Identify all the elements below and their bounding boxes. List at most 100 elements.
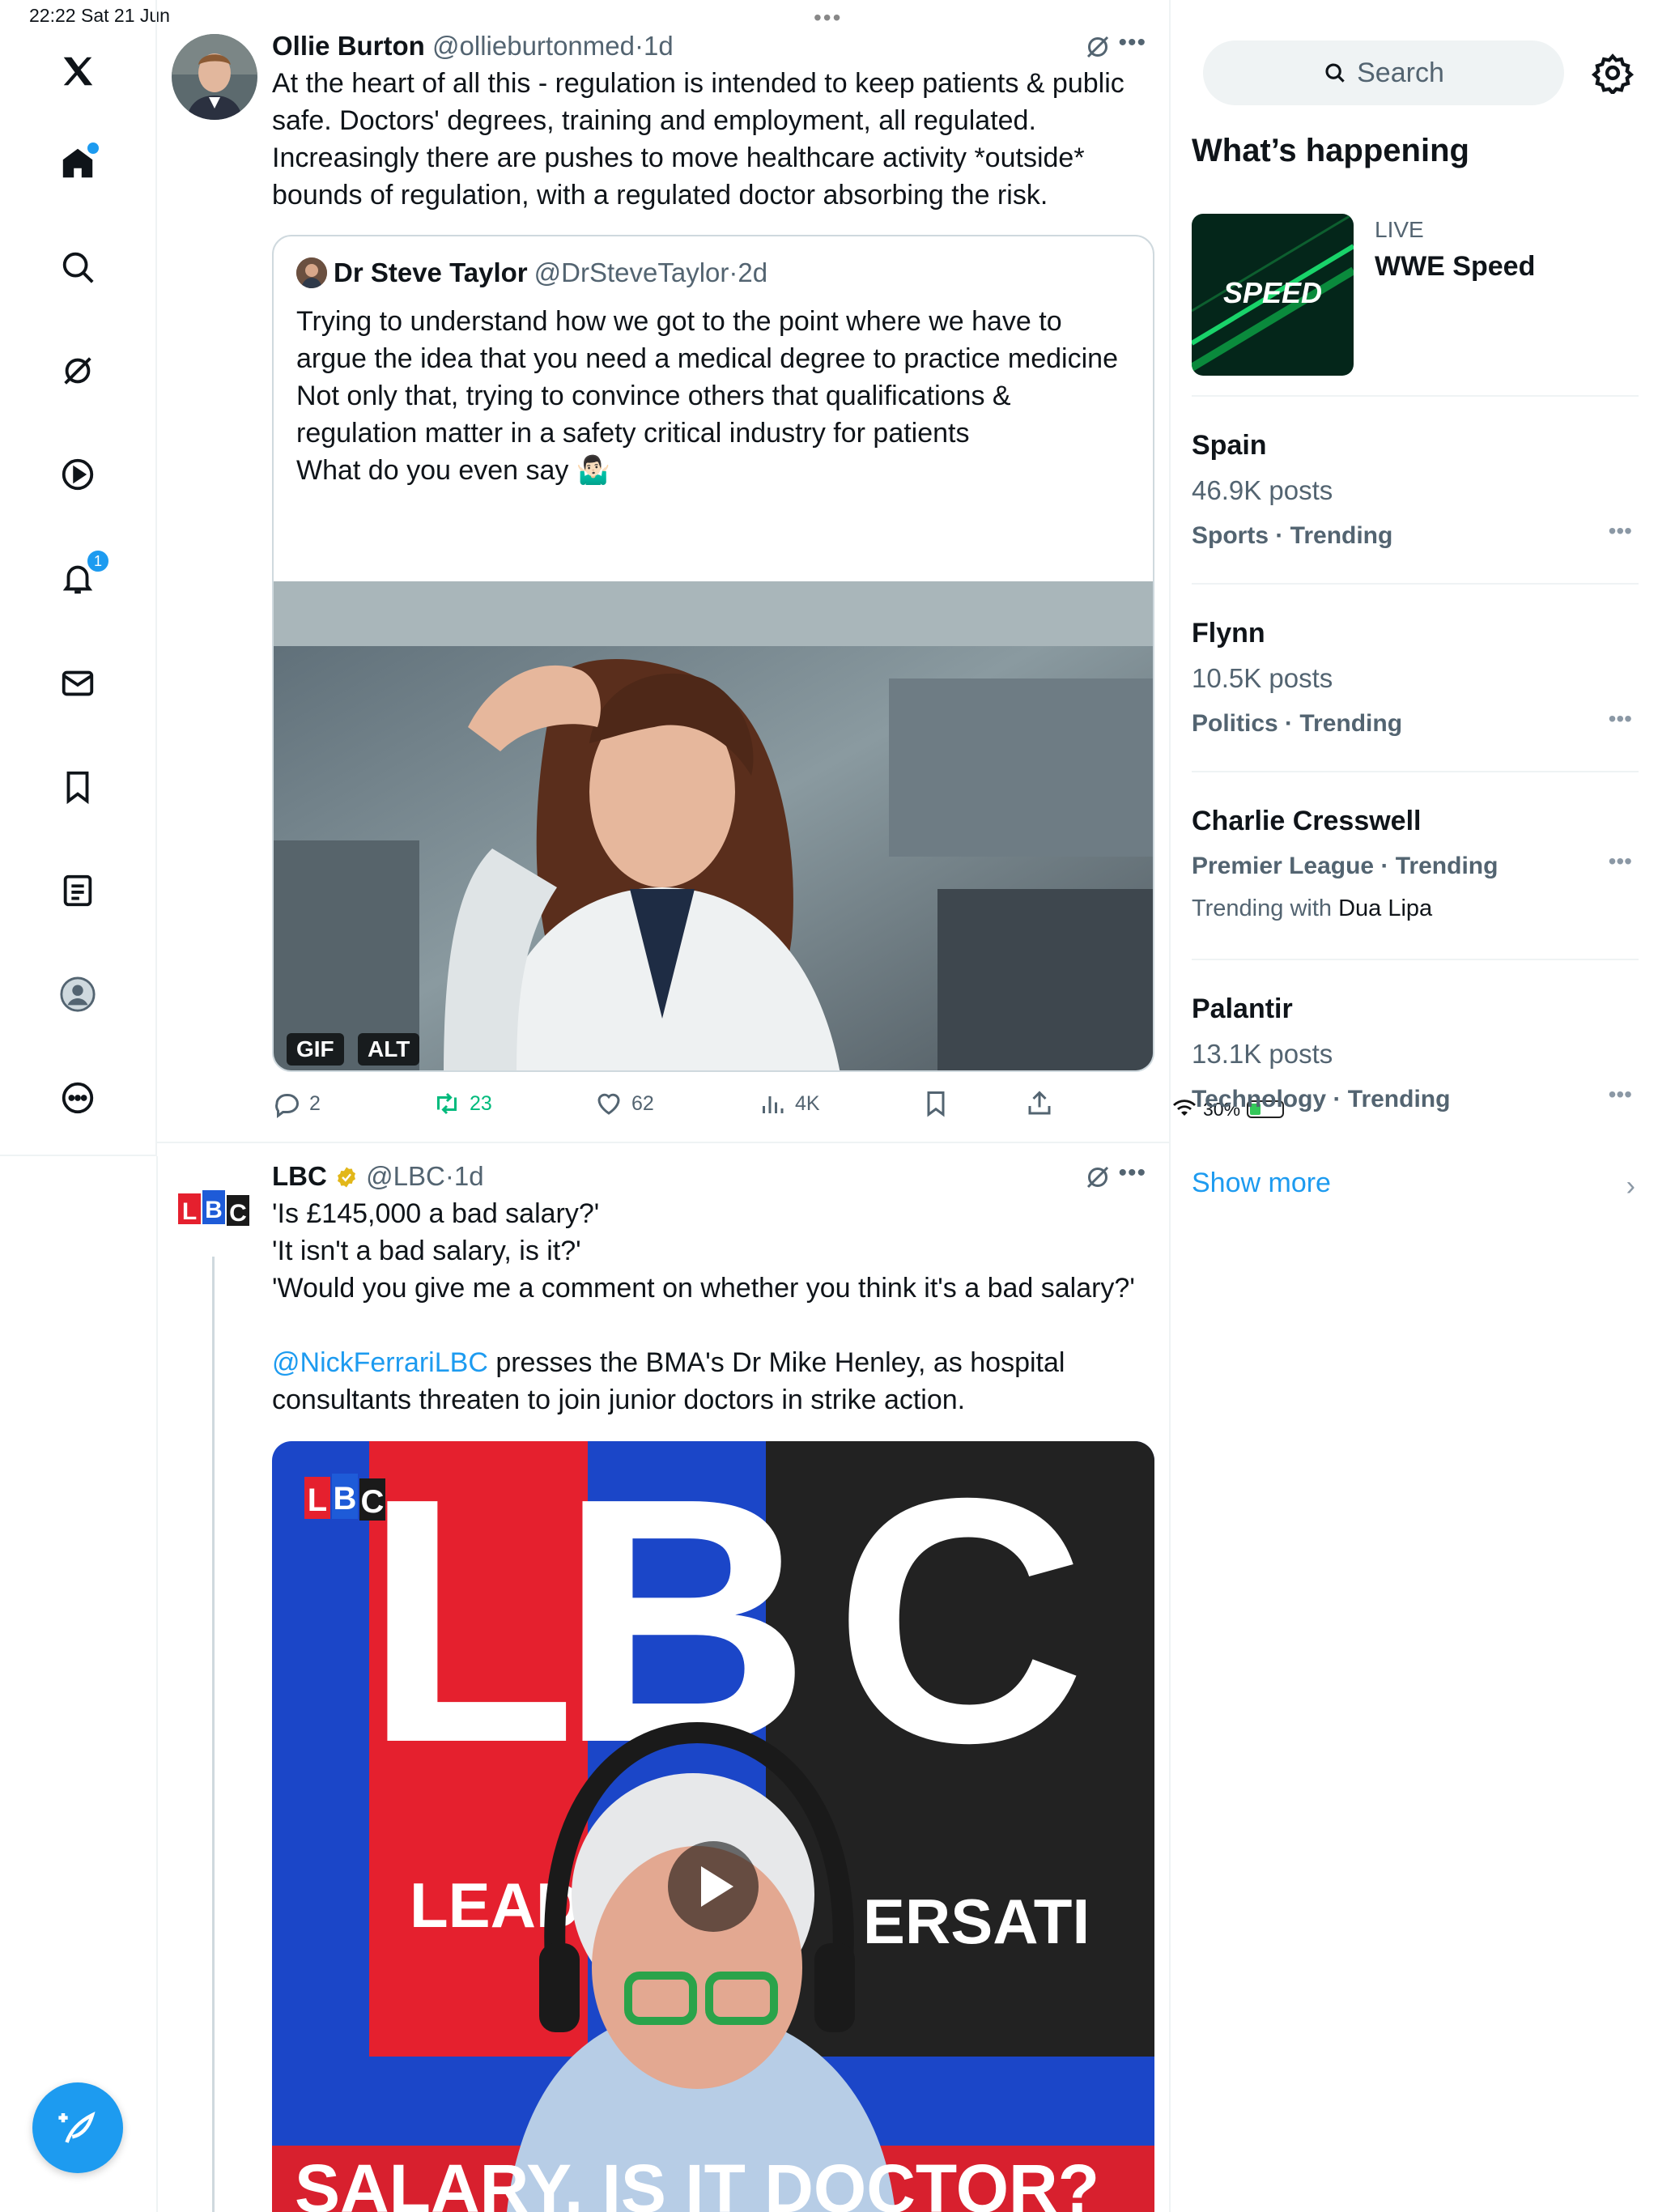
like-button[interactable]: 62 xyxy=(594,1089,654,1118)
video-caption: SALARY, IS IT DOCTOR? xyxy=(295,2150,1099,2212)
reply-button[interactable]: 2 xyxy=(272,1089,321,1118)
trend-name: Spain xyxy=(1192,430,1267,461)
trend-name: Palantir xyxy=(1192,993,1293,1024)
views-icon xyxy=(763,1096,784,1113)
trend-with: Trending with Dua Lipa xyxy=(1192,892,1639,925)
gif-tag: GIF xyxy=(287,1033,344,1066)
tweet-actions: 2 23 62 4K xyxy=(272,1083,1082,1124)
notification-badge: 1 xyxy=(86,549,110,573)
svg-text:C: C xyxy=(229,1200,247,1227)
grok-icon[interactable] xyxy=(52,345,104,397)
tweet-header: Ollie Burton @ollieburtonmed·1d xyxy=(272,29,1154,63)
trend-category: Technology · Trending xyxy=(1192,1086,1451,1112)
reply-count: 2 xyxy=(309,1091,321,1115)
repost-button[interactable]: 23 xyxy=(432,1089,492,1118)
x-logo-icon[interactable] xyxy=(52,45,104,97)
mail-icon[interactable] xyxy=(52,657,104,709)
author-name[interactable]: LBC xyxy=(272,1161,327,1191)
chevron-right-icon[interactable]: › xyxy=(1626,1171,1635,1202)
bookmark-icon[interactable] xyxy=(52,761,104,813)
reply-icon xyxy=(275,1094,299,1118)
svg-text:C: C xyxy=(835,1441,1086,1815)
more-circle-icon[interactable] xyxy=(52,1072,104,1124)
trend-item[interactable]: Flynn 10.5K posts Politics · Trending ••… xyxy=(1192,615,1639,742)
trend-with-name: Dua Lipa xyxy=(1338,895,1433,921)
separator: · xyxy=(444,1161,454,1191)
more-icon[interactable]: ••• xyxy=(1609,518,1632,544)
tweet-line: 'Would you give me a comment on whether … xyxy=(272,1273,1135,1304)
sidebar: 1 xyxy=(0,0,157,1156)
author-handle[interactable]: @ollieburtonmed xyxy=(432,31,635,61)
compose-button[interactable] xyxy=(32,2082,123,2173)
more-icon[interactable]: ••• xyxy=(1609,1082,1632,1108)
view-count: 4K xyxy=(795,1091,820,1115)
avatar[interactable] xyxy=(172,34,257,120)
repost-count: 23 xyxy=(470,1091,492,1115)
more-icon[interactable]: ••• xyxy=(1118,1159,1146,1187)
home-icon[interactable] xyxy=(52,138,104,189)
svg-text:B: B xyxy=(205,1197,223,1223)
search-icon[interactable] xyxy=(52,241,104,293)
video-media[interactable]: L B C L B C LEAD ERSATI SALARY, IS IT DO… xyxy=(272,1441,1154,2212)
mention-link[interactable]: @NickFerrariLBC xyxy=(272,1347,488,1378)
verified-gold-icon xyxy=(338,1167,355,1188)
more-icon[interactable]: ••• xyxy=(1609,706,1632,732)
tweet[interactable]: L B C LBC @LBC·1d ••• 'Is £145,000 a bad… xyxy=(157,1159,1171,2212)
alt-button[interactable]: ALT xyxy=(358,1033,420,1066)
trend-item[interactable]: Spain 46.9K posts Sports · Trending ••• xyxy=(1192,428,1639,554)
trend-category: Politics · Trending xyxy=(1192,710,1403,737)
timeline: Ollie Burton @ollieburtonmed·1d ••• At t… xyxy=(157,0,1171,2212)
tweet[interactable]: Ollie Burton @ollieburtonmed·1d ••• At t… xyxy=(157,29,1171,1143)
grok-icon[interactable] xyxy=(1083,1163,1112,1192)
quote-text: Trying to understand how we got to the p… xyxy=(296,303,1138,489)
logo-letter: B xyxy=(334,1481,357,1516)
author-handle[interactable]: @LBC xyxy=(366,1161,445,1191)
bell-icon[interactable]: 1 xyxy=(52,549,110,604)
svg-text:L: L xyxy=(182,1198,197,1225)
search-input[interactable]: Search xyxy=(1203,40,1564,105)
tweet-time[interactable]: 1d xyxy=(644,31,674,61)
author-name[interactable]: Ollie Burton xyxy=(272,31,425,61)
list-icon[interactable] xyxy=(52,865,104,917)
quote-avatar xyxy=(296,257,327,288)
home-unread-dot xyxy=(87,143,99,154)
quote-line: What do you even say 🤷🏻‍♂️ xyxy=(296,455,611,486)
quoted-tweet[interactable]: Dr Steve Taylor @DrSteveTaylor · 2d Trying… xyxy=(272,235,1154,1072)
trend-category: Premier League · Trending xyxy=(1192,853,1499,879)
tweet-divider xyxy=(157,1142,1171,1143)
trend-name: Charlie Cresswell xyxy=(1192,806,1422,836)
trend-item[interactable]: Palantir 13.1K posts Technology · Trendi… xyxy=(1192,991,1639,1117)
separator: · xyxy=(634,31,644,61)
trend-name: Flynn xyxy=(1192,618,1265,649)
views-button[interactable]: 4K xyxy=(758,1089,820,1118)
trend-posts: 46.9K posts xyxy=(1192,475,1333,505)
tweet-line: @NickFerrariLBC presses the BMA's Dr Mik… xyxy=(272,1344,1154,1419)
quote-author-name: Dr Steve Taylor xyxy=(334,257,528,287)
profile-icon[interactable] xyxy=(52,968,104,1020)
tweet-time[interactable]: 1d xyxy=(454,1161,484,1191)
like-count: 62 xyxy=(631,1091,654,1115)
logo-letter: L xyxy=(308,1482,327,1518)
quote-line: Trying to understand how we got to the p… xyxy=(296,306,1118,374)
show-more-link[interactable]: Show more xyxy=(1192,1168,1331,1199)
tweet-content: LBC @LBC·1d ••• 'Is £145,000 a bad salar… xyxy=(272,1159,1154,1419)
trend-item[interactable]: Charlie Cresswell Premier League · Trend… xyxy=(1192,803,1639,925)
gif-media[interactable]: GIF ALT xyxy=(274,581,1153,1070)
share-button[interactable] xyxy=(1025,1089,1054,1118)
grok-icon[interactable] xyxy=(1083,32,1112,62)
live-event-card[interactable]: SPEED LIVE WWE Speed xyxy=(1192,214,1639,376)
tweet-header: LBC @LBC·1d xyxy=(272,1159,1154,1193)
bookmark-icon xyxy=(927,1091,945,1117)
more-icon[interactable]: ••• xyxy=(1118,29,1146,57)
gear-icon[interactable] xyxy=(1592,52,1634,94)
more-icon[interactable]: ••• xyxy=(1609,849,1632,874)
divider xyxy=(1192,395,1639,397)
bookmark-button[interactable] xyxy=(921,1089,950,1118)
quote-header: Dr Steve Taylor @DrSteveTaylor · 2d xyxy=(296,257,767,288)
search-placeholder: Search xyxy=(1357,57,1444,88)
share-icon xyxy=(1028,1091,1051,1115)
lbc-avatar[interactable]: L B C xyxy=(178,1184,251,1232)
trend-posts: 10.5K posts xyxy=(1192,663,1333,693)
play-icon[interactable] xyxy=(52,449,104,500)
divider xyxy=(1192,959,1639,960)
